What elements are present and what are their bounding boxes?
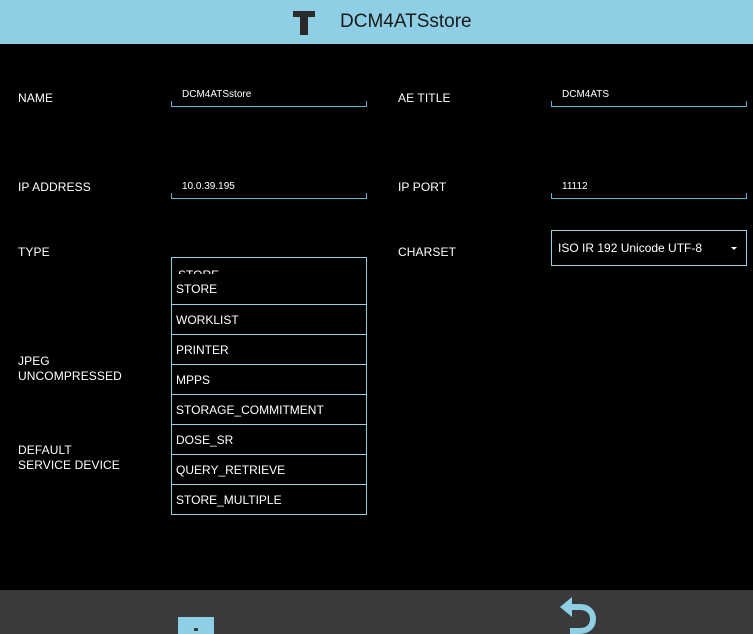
save-icon[interactable]	[178, 617, 214, 634]
ae-title-field[interactable]: DCM4ATS	[551, 88, 747, 107]
t-logo-icon	[293, 11, 315, 35]
type-option-worklist[interactable]: WORKLIST	[171, 304, 367, 335]
type-dropdown-list: STORE WORKLIST PRINTER MPPS STORAGE_COMMITME…	[171, 274, 367, 515]
default-service-device-label: DEFAULT SERVICE DEVICE	[18, 443, 120, 472]
ip-address-field[interactable]: 10.0.39.195	[171, 180, 367, 199]
type-option-printer[interactable]: PRINTER	[171, 334, 367, 365]
ip-address-label: IP ADDRESS	[18, 180, 91, 194]
ip-port-value: 11112	[562, 181, 588, 192]
ae-title-value: DCM4ATS	[562, 89, 610, 100]
charset-select[interactable]: ISO IR 192 Unicode UTF-8	[551, 230, 747, 266]
type-option-label: WORKLIST	[176, 313, 239, 327]
footer-bar	[0, 590, 753, 634]
chevron-down-icon	[731, 247, 737, 250]
type-option-label: DOSE_SR	[176, 433, 234, 447]
type-option-label: MPPS	[176, 373, 211, 387]
charset-select-value: ISO IR 192 Unicode UTF-8	[558, 241, 703, 255]
type-option-dose-sr[interactable]: DOSE_SR	[171, 424, 367, 455]
type-option-label: QUERY_RETRIEVE	[176, 463, 286, 477]
ip-port-field[interactable]: 11112	[551, 180, 747, 199]
jpeg-uncompressed-label: JPEG UNCOMPRESSED	[18, 354, 122, 383]
type-option-storage-commitment[interactable]: STORAGE_COMMITMENT	[171, 394, 367, 425]
ip-port-label: IP PORT	[398, 180, 447, 194]
app-header: DCM4ATSstore	[0, 0, 753, 44]
page-title: DCM4ATSstore	[340, 11, 472, 32]
type-option-label: STORE_MULTIPLE	[176, 493, 282, 507]
type-option-label: STORE	[176, 282, 218, 296]
type-label: TYPE	[18, 245, 50, 259]
ae-title-label: AE TITLE	[398, 91, 451, 105]
name-label: NAME	[18, 91, 54, 105]
type-option-store[interactable]: STORE	[171, 274, 367, 305]
ip-address-value: 10.0.39.195	[182, 181, 235, 192]
type-option-query-retrieve[interactable]: QUERY_RETRIEVE	[171, 454, 367, 485]
type-option-label: PRINTER	[176, 343, 229, 357]
charset-label: CHARSET	[398, 245, 457, 259]
type-option-mpps[interactable]: MPPS	[171, 364, 367, 395]
undo-arrow-icon[interactable]	[558, 596, 598, 634]
type-option-label: STORAGE_COMMITMENT	[176, 403, 324, 417]
type-option-store-multiple[interactable]: STORE_MULTIPLE	[171, 484, 367, 515]
name-value: DCM4ATSstore	[182, 89, 252, 100]
name-field[interactable]: DCM4ATSstore	[171, 88, 367, 107]
